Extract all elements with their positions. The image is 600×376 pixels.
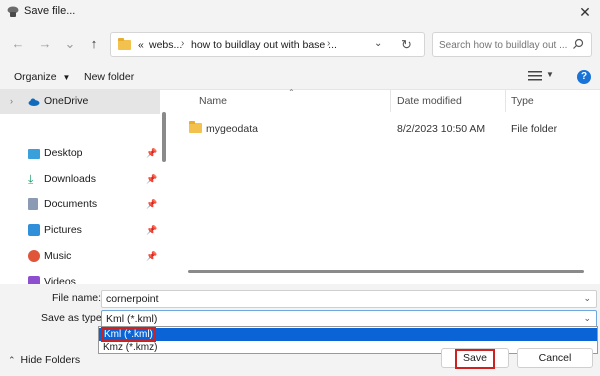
option-label: Kmz (*.kmz) xyxy=(103,342,158,353)
cloud-icon xyxy=(28,98,40,106)
arrow-right-icon: → xyxy=(38,36,52,51)
chevron-down-icon[interactable]: ⌄ xyxy=(583,293,591,304)
file-date-modified: 8/2/2023 10:50 AM xyxy=(397,123,486,135)
column-divider[interactable] xyxy=(505,90,506,112)
download-icon: ⤓ xyxy=(28,172,34,186)
save-as-type-value: Kml (*.kml) xyxy=(106,313,158,325)
up-button[interactable]: ↑ xyxy=(86,36,102,52)
column-header-type[interactable]: Type xyxy=(511,95,534,107)
window-title: Save file... xyxy=(24,5,76,17)
pin-icon[interactable]: 📌 xyxy=(146,148,157,159)
chevron-down-icon[interactable]: ⌄ xyxy=(583,313,591,324)
sidebar-item-videos[interactable]: Videos xyxy=(0,271,160,284)
chevron-right-icon[interactable]: › xyxy=(10,96,13,106)
arrow-up-icon: ↑ xyxy=(90,36,98,51)
desktop-icon xyxy=(28,149,40,159)
arrow-left-icon: ← xyxy=(11,36,25,51)
chevron-up-icon: ⌃ xyxy=(8,355,16,365)
sidebar-item-desktop[interactable]: Desktop 📌 xyxy=(0,142,160,166)
column-header-date-modified[interactable]: Date modified xyxy=(397,95,462,107)
option-label: Kml (*.kml) xyxy=(101,327,156,342)
sidebar-item-downloads[interactable]: ⤓ Downloads 📌 xyxy=(0,168,160,192)
breadcrumb-separator-icon[interactable]: › xyxy=(327,38,330,49)
column-header-name[interactable]: Name xyxy=(199,95,227,107)
sidebar-item-label: Documents xyxy=(44,198,98,210)
horizontal-scrollbar[interactable] xyxy=(188,270,584,273)
navigation-bar: ← → ⌄ ↑ « webs... › how to buildlay out … xyxy=(0,24,600,64)
save-as-type-label: Save as type: xyxy=(41,312,105,324)
pin-icon[interactable]: 📌 xyxy=(146,199,157,210)
view-dropdown-icon[interactable]: ▼ xyxy=(546,70,554,79)
file-type-option-kml[interactable]: Kml (*.kml) xyxy=(99,327,597,342)
videos-icon xyxy=(28,276,40,284)
hide-folders-label: Hide Folders xyxy=(20,354,81,366)
back-button[interactable]: ← xyxy=(10,36,26,52)
view-options-icon[interactable] xyxy=(528,70,542,82)
sidebar-item-label: OneDrive xyxy=(44,95,89,107)
search-icon xyxy=(573,38,584,49)
save-panel: File name: cornerpoint ⌄ Save as type: K… xyxy=(0,284,600,376)
organize-button[interactable]: Organize ▼ xyxy=(14,71,70,83)
breadcrumb-item[interactable]: how to buildlay out with base ... xyxy=(191,39,337,51)
cancel-button[interactable]: Cancel xyxy=(517,348,593,368)
sidebar-item-label: Pictures xyxy=(44,224,82,236)
save-button-highlight xyxy=(455,349,495,369)
file-name-label: File name: xyxy=(52,292,102,304)
breadcrumb-item[interactable]: webs... xyxy=(149,39,182,51)
sidebar-item-onedrive[interactable]: › OneDrive xyxy=(0,90,160,114)
forward-button[interactable]: → xyxy=(37,36,53,52)
search-box[interactable] xyxy=(432,32,592,57)
sidebar-item-label: Desktop xyxy=(44,147,83,159)
file-name: mygeodata xyxy=(206,123,258,135)
refresh-icon[interactable]: ↻ xyxy=(401,37,412,53)
address-bar[interactable]: « webs... › how to buildlay out with bas… xyxy=(110,32,425,57)
breadcrumb-separator-icon[interactable]: › xyxy=(181,38,184,49)
help-button[interactable]: ? xyxy=(577,70,591,84)
sidebar-item-music[interactable]: Music 📌 xyxy=(0,245,160,269)
app-icon xyxy=(7,6,19,17)
hide-folders-button[interactable]: ⌃ Hide Folders xyxy=(8,354,80,366)
search-input[interactable] xyxy=(439,38,569,52)
file-row[interactable]: mygeodata 8/2/2023 10:50 AM File folder xyxy=(172,118,600,140)
sidebar-item-documents[interactable]: Documents 📌 xyxy=(0,193,160,217)
column-divider[interactable] xyxy=(390,90,391,112)
caret-down-icon: ▼ xyxy=(62,73,71,82)
title-bar: Save file... ✕ xyxy=(0,0,600,24)
pictures-icon xyxy=(28,224,40,236)
sidebar-item-pictures[interactable]: Pictures 📌 xyxy=(0,219,160,243)
documents-icon xyxy=(28,198,38,210)
new-folder-button[interactable]: New folder xyxy=(84,71,134,83)
music-icon xyxy=(28,250,40,262)
file-type: File folder xyxy=(511,123,558,135)
close-button[interactable]: ✕ xyxy=(570,0,600,24)
sidebar-item-label: Downloads xyxy=(44,173,96,185)
pin-icon[interactable]: 📌 xyxy=(146,225,157,236)
sort-ascending-icon: ⌃ xyxy=(288,88,295,97)
command-bar: Organize ▼ New folder ▼ ? xyxy=(0,64,600,90)
pin-icon[interactable]: 📌 xyxy=(146,174,157,185)
file-list: ⌃ Name Date modified Type mygeodata 8/2/… xyxy=(172,88,600,284)
recent-locations-button[interactable]: ⌄ xyxy=(62,36,78,52)
navigation-pane: › OneDrive Desktop 📌 ⤓ Downloads 📌 Docum… xyxy=(0,90,172,284)
file-name-value: cornerpoint xyxy=(106,293,159,305)
sidebar-scrollbar[interactable] xyxy=(162,112,166,162)
folder-icon xyxy=(118,38,131,50)
address-dropdown-icon[interactable]: ⌄ xyxy=(374,38,382,49)
folder-icon xyxy=(189,121,202,133)
pin-icon[interactable]: 📌 xyxy=(146,251,157,262)
close-icon: ✕ xyxy=(579,4,591,20)
file-name-field[interactable]: cornerpoint ⌄ xyxy=(101,290,597,308)
breadcrumb-overflow[interactable]: « xyxy=(138,39,144,51)
sidebar-item-label: Videos xyxy=(44,276,76,284)
chevron-down-icon: ⌄ xyxy=(64,36,76,51)
sidebar-item-label: Music xyxy=(44,250,72,262)
organize-label: Organize xyxy=(14,71,57,83)
